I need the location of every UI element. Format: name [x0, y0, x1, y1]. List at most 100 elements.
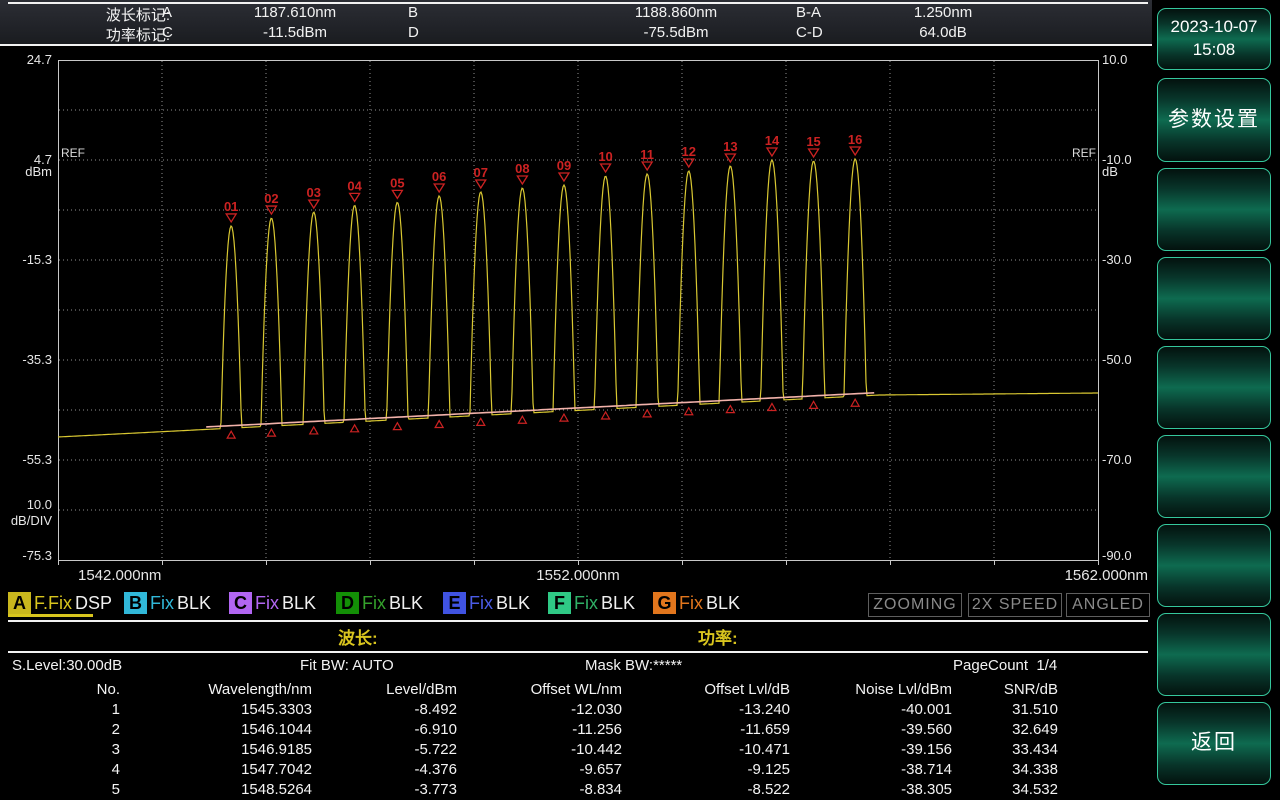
y-axis-right-label: 10.0 — [1102, 52, 1162, 67]
svg-text:15: 15 — [806, 134, 820, 149]
sidebar-button-blank-5[interactable] — [1157, 524, 1271, 607]
table-cell: 32.649 — [952, 720, 1058, 740]
trace-status-label: BLK — [177, 593, 211, 614]
table-cell: 4 — [0, 760, 120, 780]
marker-a-label: A — [162, 4, 202, 21]
sidebar-button-back[interactable]: 返回 — [1157, 702, 1271, 785]
power-marker-label: 功率标记: — [60, 24, 170, 45]
trace-letter-box: A — [8, 592, 31, 614]
sidebar-button-datetime-label: 2023-10-07 — [1171, 16, 1258, 39]
trace-indicator-e[interactable]: EFixBLK — [443, 591, 530, 615]
table-cell: -11.659 — [622, 720, 790, 740]
table-cell: -13.240 — [622, 700, 790, 720]
angled-status-badge: ANGLED — [1066, 593, 1150, 617]
svg-text:10: 10 — [598, 149, 612, 164]
table-cell: 5 — [0, 780, 120, 800]
ref-label-right: REF — [1060, 146, 1096, 160]
sidebar-button-blank-4[interactable] — [1157, 435, 1271, 518]
sidebar-button-blank-6[interactable] — [1157, 613, 1271, 696]
trace-indicator-a[interactable]: AF.FixDSP — [8, 591, 112, 615]
trace-mode-label: F.Fix — [34, 593, 72, 614]
trace-status-label: BLK — [496, 593, 530, 614]
trace-letter-box: F — [548, 592, 571, 614]
table-header-cell: Noise Lvl/dBm — [790, 680, 952, 700]
marker-c-value: -11.5dBm — [215, 24, 375, 41]
sidebar-button-blank-3[interactable] — [1157, 346, 1271, 429]
power-marker-row: 功率标记: C -11.5dBm D -75.5dBm C-D 64.0dB — [0, 24, 1152, 44]
trace-mode-label: Fix — [255, 593, 279, 614]
sidebar-button-blank-1[interactable] — [1157, 168, 1271, 251]
sidebar-button-datetime[interactable]: 2023-10-0715:08 — [1157, 8, 1271, 70]
table-cell: 1547.7042 — [120, 760, 312, 780]
y-axis-right-label: -90.0 — [1102, 548, 1162, 563]
table-cell: -39.560 — [790, 720, 952, 740]
peak-table: No.Wavelength/nmLevel/dBmOffset WL/nmOff… — [0, 680, 1064, 800]
trace-status-label: BLK — [282, 593, 316, 614]
y-axis-right-unit: dB — [1102, 164, 1162, 179]
wavelength-section-label: 波长: — [338, 624, 378, 649]
table-cell: 1 — [0, 700, 120, 720]
trace-status-label: BLK — [706, 593, 740, 614]
osa-screen: 波长标记: A 1187.610nm B 1188.860nm B-A 1.25… — [0, 0, 1280, 800]
table-cell: 1545.3303 — [120, 700, 312, 720]
trace-indicator-b[interactable]: BFixBLK — [124, 591, 211, 615]
y-axis-right-label: -70.0 — [1102, 452, 1162, 467]
marker-info-bar: 波长标记: A 1187.610nm B 1188.860nm B-A 1.25… — [0, 0, 1152, 46]
svg-text:03: 03 — [307, 185, 321, 200]
table-cell: -9.657 — [457, 760, 622, 780]
table-cell: 34.338 — [952, 760, 1058, 780]
2x-speed-status-badge: 2X SPEED — [968, 593, 1062, 617]
table-cell: -9.125 — [622, 760, 790, 780]
table-header-cell: Level/dBm — [312, 680, 457, 700]
s-level-value: S.Level:30.00dB — [12, 657, 122, 674]
table-cell: 1546.9185 — [120, 740, 312, 760]
section-bottom-divider — [8, 651, 1148, 653]
ref-label-left: REF — [61, 146, 85, 160]
sidebar-button-parameter-settings-label: 参数设置 — [1168, 106, 1260, 134]
wavelength-marker-row: 波长标记: A 1187.610nm B 1188.860nm B-A 1.25… — [0, 4, 1152, 24]
svg-text:12: 12 — [682, 144, 696, 159]
svg-text:13: 13 — [723, 139, 737, 154]
marker-c-d-label: C-D — [796, 24, 846, 41]
y-scale-value: 10.0 — [2, 497, 52, 512]
table-cell: -11.256 — [457, 720, 622, 740]
sidebar-button-blank-2[interactable] — [1157, 257, 1271, 340]
trace-letter-box: G — [653, 592, 676, 614]
marker-c-d-value: 64.0dB — [878, 24, 1008, 41]
trace-indicator-c[interactable]: CFixBLK — [229, 591, 316, 615]
trace-mode-label: Fix — [362, 593, 386, 614]
svg-text:16: 16 — [848, 132, 862, 147]
svg-text:08: 08 — [515, 161, 529, 176]
trace-indicator-f[interactable]: FFixBLK — [548, 591, 635, 615]
y-axis-right-label: -50.0 — [1102, 352, 1162, 367]
sidebar-button-parameter-settings[interactable]: 参数设置 — [1157, 78, 1271, 162]
marker-b-a-value: 1.250nm — [878, 4, 1008, 21]
table-cell: 3 — [0, 740, 120, 760]
table-header-cell: No. — [0, 680, 120, 700]
sidebar-button-back-label: 返回 — [1191, 729, 1237, 757]
table-cell: 2 — [0, 720, 120, 740]
table-cell: -5.722 — [312, 740, 457, 760]
trace-indicator-d[interactable]: DFixBLK — [336, 591, 423, 615]
table-cell: -8.522 — [622, 780, 790, 800]
trace-status-label: BLK — [389, 593, 423, 614]
table-cell: -8.492 — [312, 700, 457, 720]
fit-bw-value: Fit BW: AUTO — [300, 657, 394, 674]
marker-b-a-label: B-A — [796, 4, 846, 21]
page-count-value: PageCount 1/4 — [953, 657, 1057, 674]
topbar-bottom-divider — [0, 44, 1152, 46]
trace-letter-box: E — [443, 592, 466, 614]
svg-text:11: 11 — [640, 147, 654, 162]
marker-a-value: 1187.610nm — [215, 4, 375, 21]
marker-d-label: D — [408, 24, 448, 41]
svg-text:05: 05 — [390, 175, 404, 190]
table-cell: -8.834 — [457, 780, 622, 800]
zooming-status-badge: ZOOMING — [868, 593, 962, 617]
trace-indicator-g[interactable]: GFixBLK — [653, 591, 740, 615]
svg-text:14: 14 — [765, 133, 780, 148]
y-axis-left-label: -75.3 — [2, 548, 52, 563]
x-axis-tick-end: 1562.000nm — [1008, 567, 1148, 584]
svg-text:06: 06 — [432, 169, 446, 184]
table-cell: -10.471 — [622, 740, 790, 760]
marker-d-value: -75.5dBm — [596, 24, 756, 41]
